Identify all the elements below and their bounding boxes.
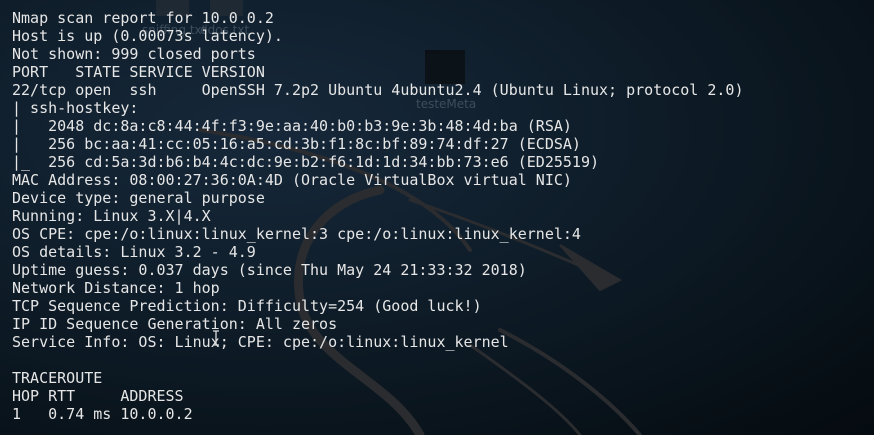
terminal-line: Service Info: OS: Linux; CPE: cpe:/o:lin…	[12, 333, 509, 351]
terminal-line: Not shown: 999 closed ports	[12, 45, 256, 63]
terminal-line: PORT STATE SERVICE VERSION	[12, 63, 265, 81]
terminal-line: | ssh-hostkey:	[12, 99, 148, 117]
terminal-line: TRACEROUTE	[12, 369, 103, 387]
terminal-line: MAC Address: 08:00:27:36:0A:4D (Oracle V…	[12, 171, 572, 189]
terminal-line: | 2048 dc:8a:c8:44:4f:f3:9e:aa:40:b0:b3:…	[12, 117, 572, 135]
terminal-line: Device type: general purpose	[12, 189, 265, 207]
terminal-line: Running: Linux 3.X|4.X	[12, 207, 211, 225]
terminal-line: IP ID Sequence Generation: All zeros	[12, 315, 338, 333]
terminal-line: 22/tcp open ssh OpenSSH 7.2p2 Ubuntu 4ub…	[12, 81, 744, 99]
terminal-line: Network Distance: 1 hop	[12, 279, 220, 297]
terminal-line: OS CPE: cpe:/o:linux:linux_kernel:3 cpe:…	[12, 225, 581, 243]
terminal-line: Nmap scan report for 10.0.0.2	[12, 9, 274, 27]
terminal-output[interactable]: Nmap scan report for 10.0.0.2 Host is up …	[12, 9, 744, 423]
terminal-line: Uptime guess: 0.037 days (since Thu May …	[12, 261, 527, 279]
terminal-line: 1 0.74 ms 10.0.0.2	[12, 405, 193, 423]
terminal-line: HOP RTT ADDRESS	[12, 387, 184, 405]
terminal-line: Host is up (0.00073s latency).	[12, 27, 283, 45]
text-cursor-icon	[213, 330, 219, 346]
terminal-line: | 256 bc:aa:41:cc:05:16:a5:cd:3b:f1:8c:b…	[12, 135, 581, 153]
terminal-line: TCP Sequence Prediction: Difficulty=254 …	[12, 297, 482, 315]
terminal-line: |_ 256 cd:5a:3d:b6:b4:4c:dc:9e:b2:f6:1d:…	[12, 153, 599, 171]
terminal-line: OS details: Linux 3.2 - 4.9	[12, 243, 256, 261]
